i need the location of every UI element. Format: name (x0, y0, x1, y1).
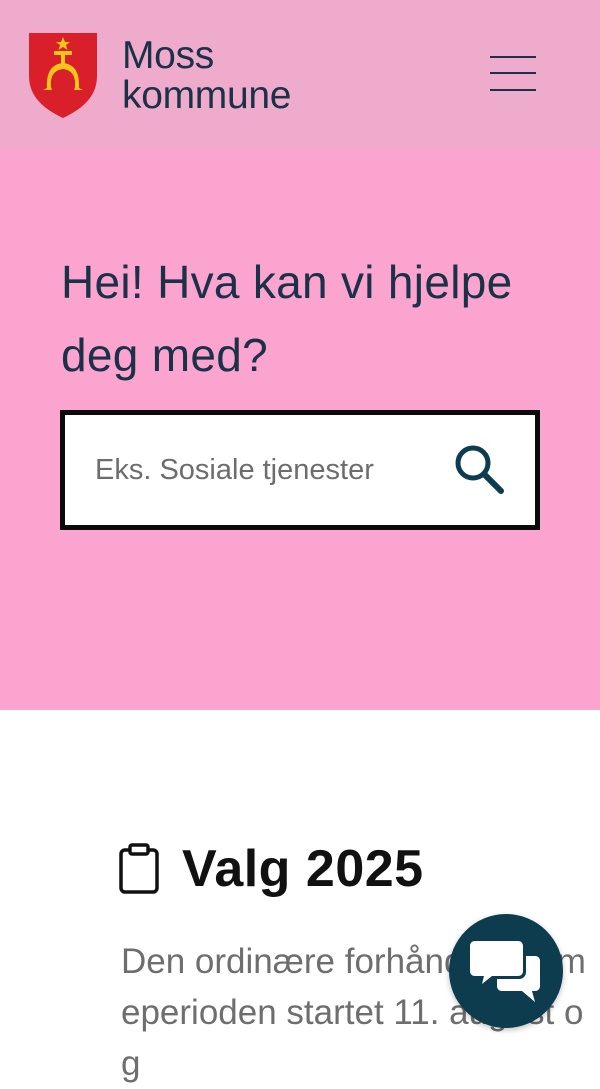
hamburger-menu-icon-bar (490, 89, 536, 91)
search-icon (455, 445, 504, 494)
news-title-row[interactable]: Valg 2025 (118, 838, 424, 900)
chat-button[interactable] (449, 914, 563, 1028)
home-logo-link[interactable]: Moss kommune (28, 30, 291, 120)
search-input[interactable] (95, 415, 455, 525)
hero-section: Hei! Hva kan vi hjelpe deg med? (0, 148, 600, 710)
search-box (60, 410, 540, 530)
menu-button[interactable] (480, 48, 544, 98)
chat-bubbles-icon (469, 938, 540, 1002)
site-header: Moss kommune (0, 0, 600, 148)
hamburger-menu-icon-bar (490, 72, 536, 74)
coat-of-arms-icon (29, 33, 97, 118)
logo-line-moss: Moss (122, 34, 214, 77)
news-title: Valg 2025 (182, 840, 424, 898)
hero-title: Hei! Hva kan vi hjelpe deg med? (61, 256, 513, 381)
search-button[interactable] (450, 440, 510, 500)
clipboard-icon (119, 843, 159, 894)
logo-line-kommune: kommune (122, 74, 292, 117)
logo-text: Moss kommune (122, 36, 291, 116)
hamburger-menu-icon (490, 56, 536, 58)
